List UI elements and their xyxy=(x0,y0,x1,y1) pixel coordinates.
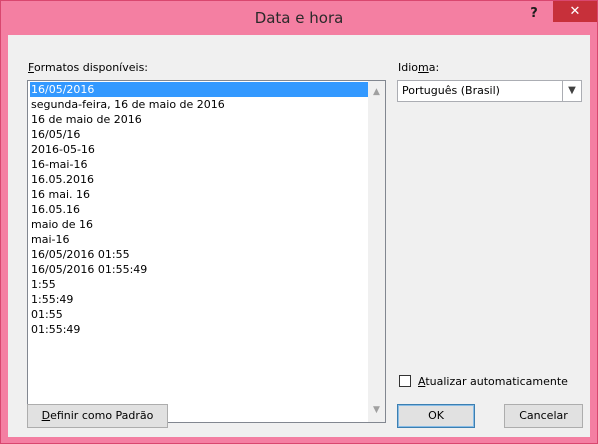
language-label: Idioma: xyxy=(398,61,439,74)
format-option[interactable]: maio de 16 xyxy=(30,217,368,232)
close-icon: ✕ xyxy=(569,4,581,19)
language-label-text-1: Idio xyxy=(398,61,419,74)
format-option[interactable]: 16/05/2016 xyxy=(30,82,368,97)
auto-update-label[interactable]: Atualizar automaticamente xyxy=(418,375,568,388)
auto-update-text: tualizar automaticamente xyxy=(425,375,568,388)
language-select[interactable]: Português (Brasil) ▼ xyxy=(397,80,582,102)
close-button[interactable]: ✕ xyxy=(553,1,597,22)
format-option[interactable]: 16/05/16 xyxy=(30,127,368,142)
format-option[interactable]: 1:55 xyxy=(30,277,368,292)
format-option[interactable]: 16.05.16 xyxy=(30,202,368,217)
language-value: Português (Brasil) xyxy=(402,84,500,97)
language-label-text-2: a: xyxy=(428,61,440,74)
format-option[interactable]: 01:55:49 xyxy=(30,322,368,337)
format-option[interactable]: 16.05.2016 xyxy=(30,172,368,187)
scroll-up-icon[interactable]: ▲ xyxy=(368,84,385,101)
format-option[interactable]: 16/05/2016 01:55 xyxy=(30,247,368,262)
set-default-mnemonic: D xyxy=(41,409,51,422)
language-label-mnemonic: m xyxy=(418,61,429,74)
format-option[interactable]: 16 de maio de 2016 xyxy=(30,112,368,127)
formats-list: 16/05/2016 segunda-feira, 16 de maio de 2… xyxy=(30,82,368,337)
ok-button[interactable]: OK xyxy=(397,404,475,428)
dialog-title: Data e hora xyxy=(254,9,344,27)
format-option[interactable]: 16-mai-16 xyxy=(30,157,368,172)
set-default-text: efinir como Padrão xyxy=(50,409,154,422)
format-option[interactable]: 16/05/2016 01:55:49 xyxy=(30,262,368,277)
help-button[interactable]: ? xyxy=(521,4,547,24)
dialog-body: Formatos disponíveis: 16/05/2016 segunda-… xyxy=(8,35,590,437)
format-option[interactable]: mai-16 xyxy=(30,232,368,247)
format-option[interactable]: segunda-feira, 16 de maio de 2016 xyxy=(30,97,368,112)
chevron-down-icon[interactable]: ▼ xyxy=(562,81,581,101)
format-option[interactable]: 2016-05-16 xyxy=(30,142,368,157)
cancel-button[interactable]: Cancelar xyxy=(504,404,583,428)
set-default-button[interactable]: Definir como Padrão xyxy=(27,404,168,428)
format-option[interactable]: 01:55 xyxy=(30,307,368,322)
format-option[interactable]: 1:55:49 xyxy=(30,292,368,307)
formats-label: Formatos disponíveis: xyxy=(28,61,148,74)
auto-update-checkbox[interactable] xyxy=(399,375,411,387)
format-option[interactable]: 16 mai. 16 xyxy=(30,187,368,202)
scroll-down-icon[interactable]: ▼ xyxy=(368,402,385,419)
formats-scrollbar[interactable]: ▲ ▼ xyxy=(368,81,385,422)
formats-label-text: ormatos disponíveis: xyxy=(33,61,149,74)
date-time-dialog: Data e hora ? ✕ Formatos disponíveis: 16… xyxy=(0,0,598,444)
formats-listbox[interactable]: 16/05/2016 segunda-feira, 16 de maio de 2… xyxy=(27,80,386,423)
title-bar[interactable]: Data e hora ? ✕ xyxy=(1,1,597,35)
